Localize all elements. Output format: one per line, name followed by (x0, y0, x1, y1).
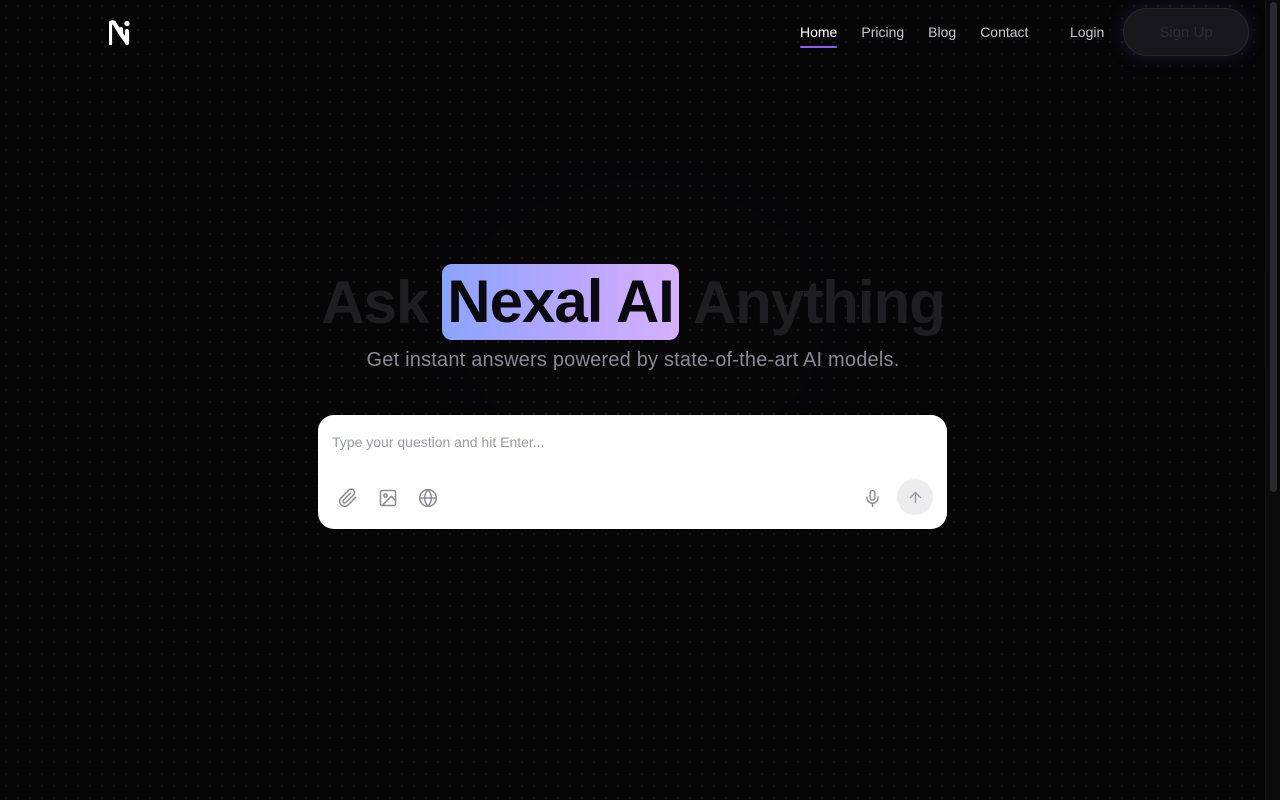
nexal-logo[interactable] (109, 19, 131, 45)
hero-title-suffix: Anything (692, 268, 946, 336)
nav-pricing-link[interactable]: Pricing (861, 22, 904, 46)
scrollbar-track[interactable] (1265, 0, 1280, 800)
globe-icon[interactable] (417, 487, 439, 509)
scrollbar-thumb[interactable] (1270, 2, 1277, 492)
background-vignette (0, 0, 1280, 800)
nav-contact-link[interactable]: Contact (980, 22, 1028, 46)
microphone-icon[interactable] (861, 487, 883, 509)
hero-subtitle: Get instant answers powered by state-of-… (366, 349, 900, 371)
main-nav: Home Pricing Blog Contact (800, 22, 1052, 48)
nav-blog-link[interactable]: Blog (928, 22, 956, 46)
landing-page: Home Pricing Blog Contact Login Sign Up … (0, 0, 1280, 800)
arrow-up-icon (909, 491, 921, 503)
nav-home-link[interactable]: Home (800, 22, 838, 48)
send-button[interactable] (897, 479, 933, 515)
question-input[interactable] (330, 427, 934, 457)
hero-title: Ask Nexal AI Anything (0, 262, 1266, 342)
chat-box (318, 415, 947, 529)
signup-button[interactable]: Sign Up (1123, 8, 1249, 56)
image-icon[interactable] (377, 487, 399, 509)
hero-title-prefix: Ask (321, 268, 429, 336)
paperclip-icon[interactable] (337, 487, 359, 509)
hero-title-highlight: Nexal AI (442, 264, 679, 340)
login-link[interactable]: Login (1070, 22, 1104, 42)
